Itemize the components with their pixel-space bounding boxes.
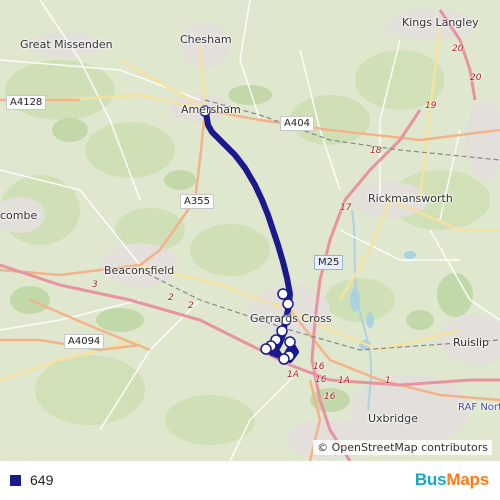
bus-stop-marker[interactable]	[276, 325, 288, 337]
route-color-swatch	[10, 475, 21, 486]
junction-label: 16	[315, 375, 327, 385]
bus-stop-marker[interactable]	[260, 343, 272, 355]
junction-label: 17	[340, 203, 352, 213]
bus-stop-marker[interactable]	[278, 353, 290, 365]
place-label-rickmansworth: Rickmansworth	[368, 192, 453, 205]
logo-text-part2: Maps	[446, 470, 489, 489]
junction-label: 2	[168, 293, 174, 303]
road-label-a404: A404	[280, 116, 314, 131]
junction-label: 1A	[338, 376, 350, 386]
place-label-chesham: Chesham	[180, 33, 232, 46]
place-label-kings-langley: Kings Langley	[402, 16, 479, 29]
busmaps-logo[interactable]: BusMaps	[415, 470, 489, 490]
junction-label: 1A	[287, 370, 299, 380]
junction-label: 20	[452, 44, 464, 54]
junction-label: 20	[470, 73, 482, 83]
junction-label: 16	[313, 362, 325, 372]
junction-label: 18	[370, 146, 382, 156]
bus-stop-marker[interactable]	[282, 298, 294, 310]
place-label-great-missenden: Great Missenden	[20, 38, 113, 51]
map-attribution[interactable]: © OpenStreetMap contributors	[313, 440, 492, 455]
bus-stop-marker[interactable]	[277, 288, 289, 300]
road-label-m25: M25	[314, 255, 344, 270]
junction-label: 3	[92, 280, 98, 290]
logo-text-part1: Bus	[414, 470, 447, 489]
place-label-ruislip: Ruislip	[453, 336, 490, 349]
route-name-label: 649	[30, 472, 54, 488]
map-base	[0, 0, 500, 461]
road-label-a4128: A4128	[6, 95, 47, 110]
junction-label: 2	[188, 301, 194, 311]
road-label-a355: A355	[180, 194, 214, 209]
place-label-combe: combe	[0, 209, 38, 222]
road-label-a4094: A4094	[64, 334, 105, 349]
junction-label: 1	[385, 376, 391, 386]
place-label-gerrards-cross: Gerrards Cross	[250, 312, 332, 325]
map-view[interactable]: Kings Langley Great Missenden Chesham Am…	[0, 0, 500, 461]
junction-label: 16	[324, 392, 336, 402]
place-label-amersham: Amersham	[181, 103, 241, 116]
junction-label: 19	[425, 101, 437, 111]
place-label-uxbridge: Uxbridge	[368, 412, 418, 425]
bus-stop-marker[interactable]	[284, 336, 296, 348]
place-label-beaconsfield: Beaconsfield	[104, 264, 175, 277]
place-label-raf-northolt: RAF North	[458, 402, 500, 413]
legend-bar: 649 BusMaps	[0, 461, 500, 500]
